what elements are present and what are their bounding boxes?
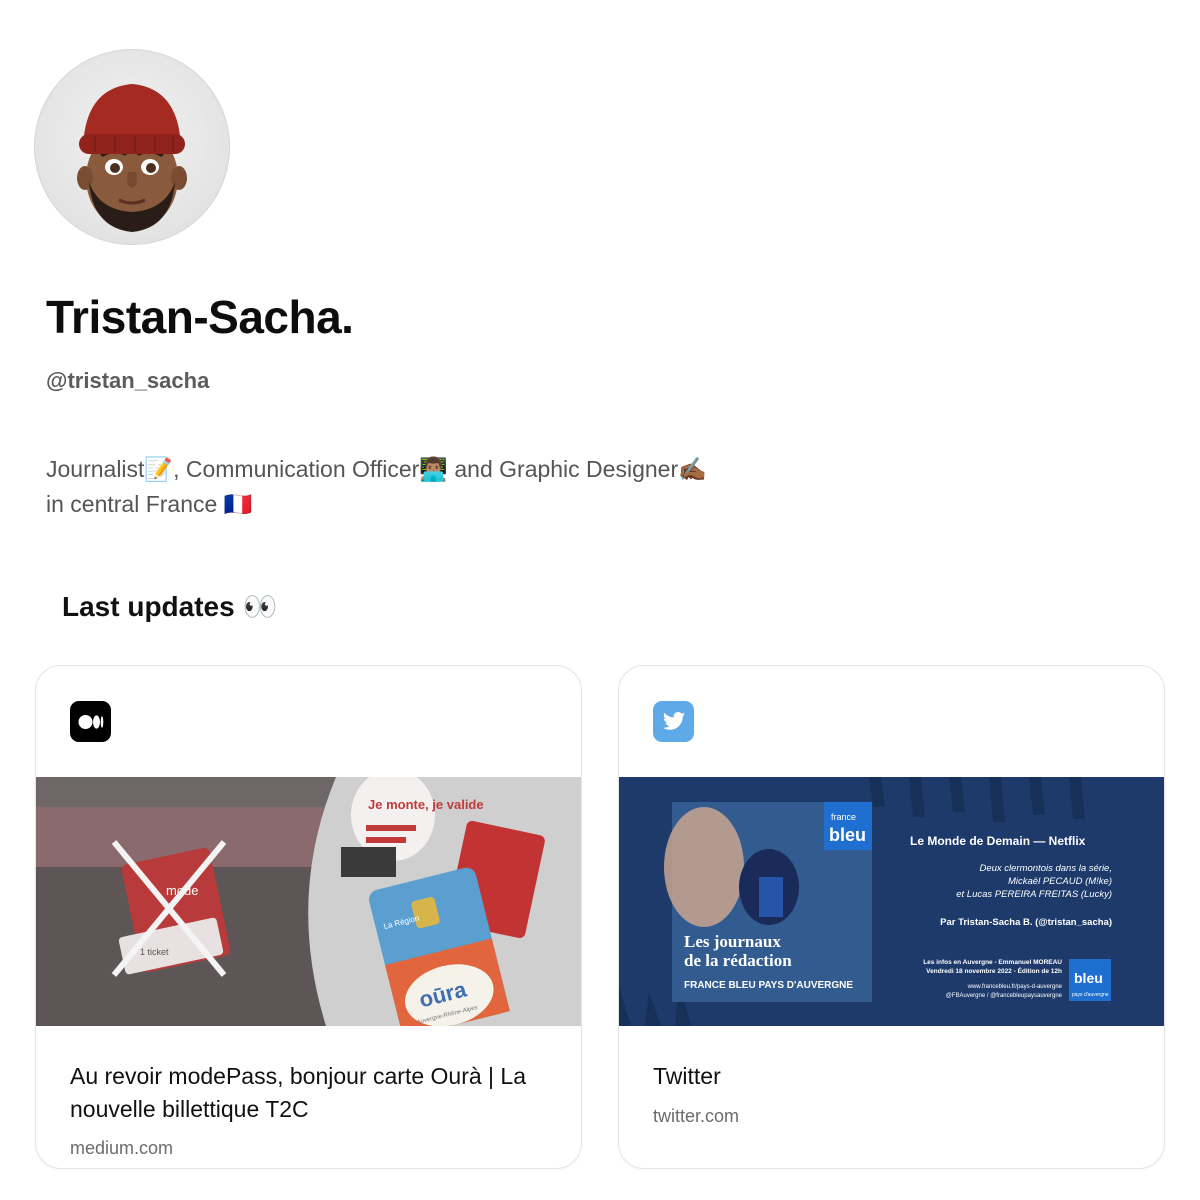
profile-name: Tristan-Sacha. xyxy=(46,291,354,343)
desc-1: Deux clermontois dans la série, xyxy=(979,863,1112,874)
medium-icon xyxy=(70,701,111,742)
memoji-avatar-image xyxy=(77,84,187,232)
ticket-text: 1 ticket xyxy=(140,947,169,957)
station-text: FRANCE BLEU PAYS D'AUVERGNE xyxy=(684,980,853,991)
card-domain: twitter.com xyxy=(653,1106,740,1126)
url-1: www.francebleu.fr/pays-d-auvergne xyxy=(967,984,1063,990)
info-1: Les infos en Auvergne - Emmanuel MOREAU xyxy=(923,959,1062,966)
badge-top-text: france xyxy=(831,812,856,822)
logo-main-text: bleu xyxy=(1074,970,1103,986)
headline-1: Les journaux xyxy=(684,932,781,951)
profile-bio: Journalist📝, Communication Officer👨🏽‍💻 a… xyxy=(46,452,806,522)
show-title: Le Monde de Demain — Netflix xyxy=(910,834,1086,848)
card-thumbnail: 1 ticket mode Je monte, je valide La Rég… xyxy=(36,777,581,1026)
card-title: Twitter xyxy=(653,1063,721,1089)
link-card-medium[interactable]: 1 ticket mode Je monte, je valide La Rég… xyxy=(35,665,582,1169)
card-thumbnail: france bleu Les journaux de la rédaction… xyxy=(619,777,1164,1026)
url-2: @FBAuvergne / @francebleupaysauvergne xyxy=(946,993,1063,999)
byline: Par Tristan-Sacha B. (@tristan_sacha) xyxy=(940,917,1112,928)
profile-handle: @tristan_sacha xyxy=(46,368,210,393)
desc-3: et Lucas PEREIRA FREITAS (Lucky) xyxy=(956,889,1112,900)
bio-line-1: Journalist📝, Communication Officer👨🏽‍💻 a… xyxy=(46,456,707,482)
bio-line-2: in central France 🇫🇷 xyxy=(46,491,253,517)
avatar[interactable] xyxy=(34,49,230,245)
card-title: Au revoir modePass, bonjour carte Ourà |… xyxy=(70,1063,526,1122)
link-card-twitter[interactable]: france bleu Les journaux de la rédaction… xyxy=(618,665,1165,1169)
info-2: Vendredi 18 novembre 2022 - Édition de 1… xyxy=(926,966,1062,975)
logo-sub-text: pays d'auvergne xyxy=(1072,992,1109,998)
headline-2: de la rédaction xyxy=(684,951,792,970)
badge-main-text: bleu xyxy=(829,825,866,845)
twitter-bird-icon xyxy=(653,701,694,742)
card-domain: medium.com xyxy=(70,1138,174,1158)
sticker-text: Je monte, je valide xyxy=(368,797,484,812)
desc-2: Mickaël PECAUD (M!ke) xyxy=(1008,876,1112,887)
section-title: Last updates 👀 xyxy=(62,591,278,622)
